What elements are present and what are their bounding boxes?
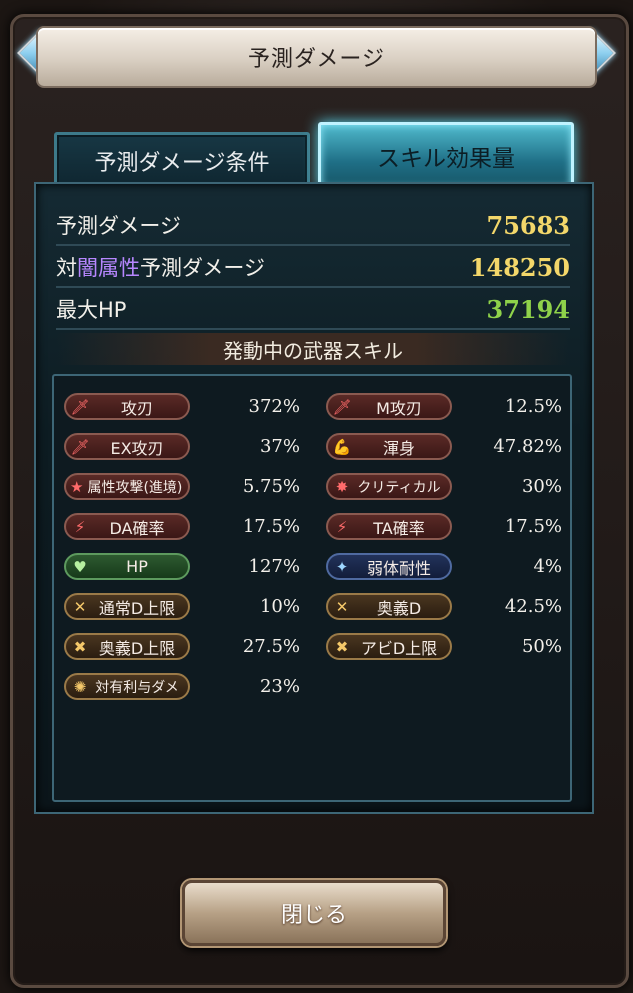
skill-badge: ★ 属性攻撃(進境) [64, 473, 190, 500]
stat-dark-damage: 対闇属性予測ダメージ 148250 [56, 248, 570, 288]
sword-icon: 🗡 [332, 397, 352, 416]
skill-item: ✺ 対有利与ダメ 23% [64, 673, 300, 700]
skill-item: ★ 属性攻撃(進境) 5.75% [64, 473, 300, 500]
stat-label: 対闇属性予測ダメージ [56, 256, 265, 280]
skill-value: 17.5% [504, 516, 562, 537]
skill-value: 17.5% [242, 516, 300, 537]
skill-badge: ⚡ DA確率 [64, 513, 190, 540]
skill-badge: 💪 渾身 [326, 433, 452, 460]
skill-name: HP [126, 557, 148, 576]
skill-item: 🗡 攻刃 372% [64, 393, 300, 420]
sword-icon: 🗡 [70, 397, 90, 416]
ougi-cap-icon: ✖ [73, 637, 87, 656]
section-title: 発動中の武器スキル [56, 333, 570, 365]
skill-item: 🗡 EX攻刃 37% [64, 433, 300, 460]
skill-badge: 🗡 EX攻刃 [64, 433, 190, 460]
skill-name: TA確率 [373, 518, 425, 538]
stat-label: 最大HP [56, 298, 127, 322]
skill-item: ✕ 奥義D 42.5% [326, 593, 562, 620]
skill-badge: ✖ アビD上限 [326, 633, 452, 660]
skill-item: ✕ 通常D上限 10% [64, 593, 300, 620]
skill-badge: 🗡 攻刃 [64, 393, 190, 420]
stat-label: 予測ダメージ [56, 214, 181, 238]
skill-name: DA確率 [109, 518, 165, 538]
triple-slash-icon: ⚡ [336, 517, 348, 536]
skill-value: 127% [248, 556, 300, 577]
skill-item: ✸ クリティカル 30% [326, 473, 562, 500]
skill-value: 30% [521, 476, 562, 497]
skill-item: ⚡ TA確率 17.5% [326, 513, 562, 540]
skill-badge: ✕ 奥義D [326, 593, 452, 620]
skill-value: 12.5% [504, 396, 562, 417]
tab-skill-effects[interactable]: スキル効果量 [318, 122, 574, 190]
skill-name: 奥義D [376, 598, 422, 618]
heart-icon: ♥ [73, 557, 87, 576]
skill-value: 47.82% [493, 436, 562, 457]
skill-badge: ✕ 通常D上限 [64, 593, 190, 620]
skill-item: ✖ 奥義D上限 27.5% [64, 633, 300, 660]
skill-badge: ✦ 弱体耐性 [326, 553, 452, 580]
stat-max-hp: 最大HP 37194 [56, 290, 570, 330]
skill-item: ✖ アビD上限 50% [326, 633, 562, 660]
skill-name: EX攻刃 [110, 438, 164, 458]
star-icon: ★ [70, 477, 84, 496]
dialog-title: 予測ダメージ [38, 28, 595, 86]
skill-name: 奥義D上限 [98, 638, 176, 658]
skill-name: 攻刃 [120, 398, 153, 418]
skill-item: 💪 渾身 47.82% [326, 433, 562, 460]
resist-icon: ✦ [335, 557, 349, 576]
sword-icon: 🗡 [70, 437, 90, 456]
skill-item: ⚡ DA確率 17.5% [64, 513, 300, 540]
element-label: 闇属性 [77, 256, 140, 280]
cross-swords-icon: ✕ [335, 597, 349, 616]
skill-value: 23% [259, 676, 300, 697]
skill-value: 5.75% [242, 476, 300, 497]
skill-value: 10% [259, 596, 300, 617]
skill-name: 対有利与ダメ [95, 679, 179, 696]
double-slash-icon: ⚡ [74, 517, 86, 536]
skill-badge: ✸ クリティカル [326, 473, 452, 500]
skill-name: 属性攻撃(進境) [87, 479, 183, 496]
skill-badge: 🗡 M攻刃 [326, 393, 452, 420]
skill-value: 50% [521, 636, 562, 657]
stat-value: 75683 [486, 210, 571, 240]
skill-badge: ✖ 奥義D上限 [64, 633, 190, 660]
skill-badge: ♥ HP [64, 553, 190, 580]
burst-icon: ✸ [335, 477, 349, 496]
stat-predicted-damage: 予測ダメージ 75683 [56, 206, 570, 246]
skill-badge: ✺ 対有利与ダメ [64, 673, 190, 700]
skill-value: 37% [259, 436, 300, 457]
skill-value: 4% [533, 556, 562, 577]
stat-value: 37194 [486, 294, 571, 324]
skill-value: 42.5% [504, 596, 562, 617]
skill-item: ✦ 弱体耐性 4% [326, 553, 562, 580]
skill-item: 🗡 M攻刃 12.5% [326, 393, 562, 420]
skill-name: 渾身 [382, 438, 415, 458]
skill-name: M攻刃 [376, 398, 422, 418]
sun-icon: ✺ [73, 677, 87, 696]
skill-value: 27.5% [242, 636, 300, 657]
skill-name: アビD上限 [360, 638, 438, 658]
skill-name: 弱体耐性 [366, 558, 431, 578]
stat-value: 148250 [469, 252, 570, 282]
cap-icon: ✕ [73, 597, 87, 616]
skill-name: クリティカル [357, 479, 441, 496]
skill-value: 372% [248, 396, 300, 417]
ability-cap-icon: ✖ [335, 637, 349, 656]
skill-badge: ⚡ TA確率 [326, 513, 452, 540]
skill-item: ♥ HP 127% [64, 553, 300, 580]
close-button[interactable]: 閉じる [182, 880, 446, 946]
skill-name: 通常D上限 [98, 598, 176, 618]
muscle-icon: 💪 [332, 437, 352, 456]
